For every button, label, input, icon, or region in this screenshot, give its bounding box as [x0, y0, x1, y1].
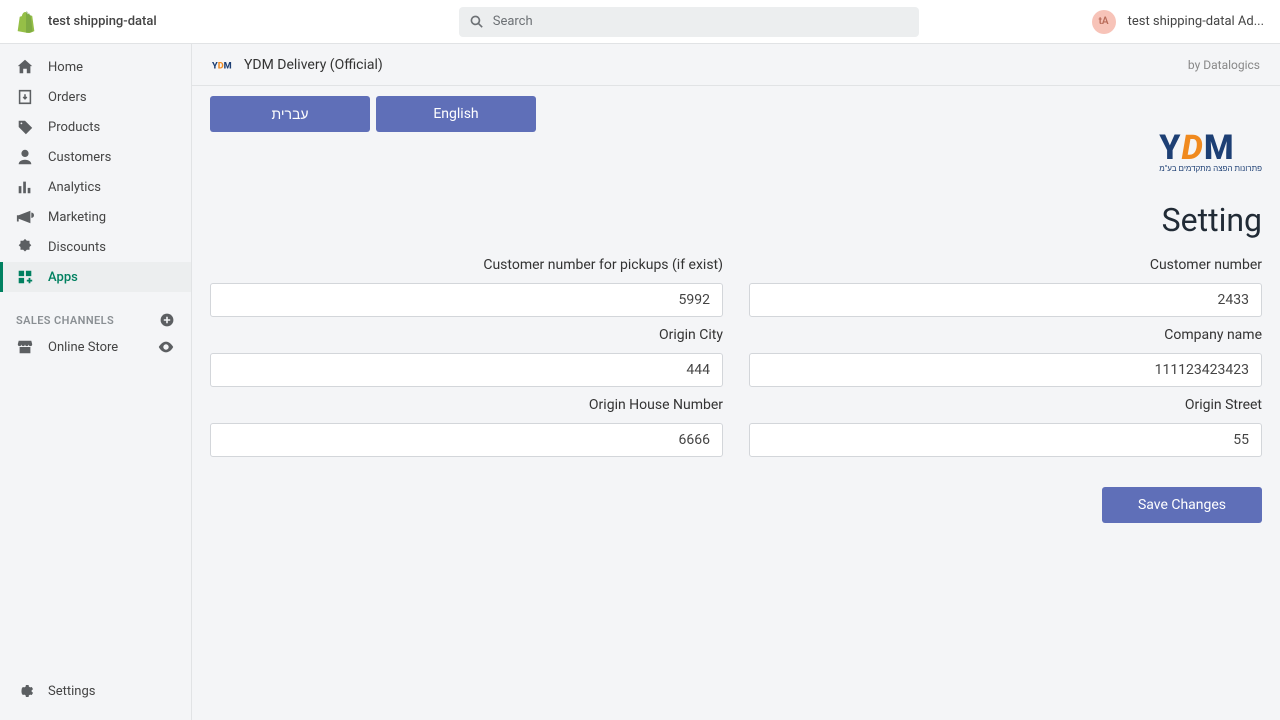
main-content: YDM YDM Delivery (Official) by Datalogic… [192, 44, 1280, 720]
input-company-name[interactable] [749, 353, 1262, 387]
sidebar-item-orders[interactable]: Orders [0, 82, 191, 112]
sidebar-item-label: Apps [48, 270, 78, 285]
sidebar-item-apps[interactable]: Apps [0, 262, 191, 292]
gear-icon [16, 682, 34, 700]
ydm-app-icon: YDM [212, 57, 234, 73]
sidebar-item-home[interactable]: Home [0, 52, 191, 82]
save-button[interactable]: Save Changes [1102, 487, 1262, 523]
shop-name: test shipping-datal [48, 14, 157, 29]
user-name-label: test shipping-datal Ad... [1128, 14, 1264, 29]
sidebar-settings[interactable]: Settings [0, 672, 191, 720]
channel-label: Online Store [48, 340, 118, 355]
app-author: by Datalogics [1188, 58, 1260, 72]
view-icon[interactable] [157, 338, 175, 356]
sales-channels-heading: SALES CHANNELS [0, 300, 191, 332]
label-customer-number: Customer number [749, 251, 1262, 279]
header-row: עברית English YDM פתרונות הפצה מתקדמים ב… [210, 96, 1262, 173]
channel-online-store[interactable]: Online Store [0, 332, 191, 362]
label-customer-pickups: Customer number for pickups (if exist) [210, 251, 723, 279]
input-origin-city[interactable] [210, 353, 723, 387]
ydm-logo: YDM פתרונות הפצה מתקדמים בע"מ [1159, 128, 1262, 173]
search-icon [469, 14, 485, 30]
sidebar-item-label: Home [48, 60, 83, 75]
input-origin-house[interactable] [210, 423, 723, 457]
sidebar-item-label: Analytics [48, 180, 101, 195]
store-icon [16, 338, 34, 356]
sidebar-item-label: Products [48, 120, 100, 135]
sidebar-item-marketing[interactable]: Marketing [0, 202, 191, 232]
customers-icon [16, 148, 34, 166]
topbar: test shipping-datal Search tA test shipp… [0, 0, 1280, 44]
label-origin-street: Origin Street [749, 391, 1262, 419]
page-title: Setting [210, 201, 1262, 239]
analytics-icon [16, 178, 34, 196]
lang-english-button[interactable]: English [376, 96, 536, 132]
sidebar-item-label: Discounts [48, 240, 106, 255]
sidebar-item-products[interactable]: Products [0, 112, 191, 142]
marketing-icon [16, 208, 34, 226]
shopify-logo-icon [16, 11, 36, 33]
sidebar-item-analytics[interactable]: Analytics [0, 172, 191, 202]
avatar[interactable]: tA [1092, 10, 1116, 34]
search-input[interactable]: Search [459, 7, 919, 37]
label-origin-city: Origin City [210, 321, 723, 349]
app-header: YDM YDM Delivery (Official) by Datalogic… [192, 44, 1280, 86]
svg-text:YDM: YDM [212, 61, 232, 71]
sidebar-item-label: Customers [48, 150, 111, 165]
apps-icon [16, 268, 34, 286]
label-company-name: Company name [749, 321, 1262, 349]
sidebar-item-label: Marketing [48, 210, 106, 225]
app-title: YDM Delivery (Official) [244, 57, 383, 73]
sidebar: Home Orders Products Customers Analytics… [0, 44, 192, 720]
label-origin-house: Origin House Number [210, 391, 723, 419]
sidebar-item-customers[interactable]: Customers [0, 142, 191, 172]
settings-label: Settings [48, 684, 95, 699]
lang-hebrew-button[interactable]: עברית [210, 96, 370, 132]
input-customer-pickups[interactable] [210, 283, 723, 317]
sidebar-item-discounts[interactable]: Discounts [0, 232, 191, 262]
sidebar-item-label: Orders [48, 90, 87, 105]
discounts-icon [16, 238, 34, 256]
search-placeholder: Search [493, 14, 533, 29]
input-origin-street[interactable] [749, 423, 1262, 457]
input-customer-number[interactable] [749, 283, 1262, 317]
home-icon [16, 58, 34, 76]
orders-icon [16, 88, 34, 106]
add-channel-icon[interactable] [159, 312, 175, 328]
products-icon [16, 118, 34, 136]
